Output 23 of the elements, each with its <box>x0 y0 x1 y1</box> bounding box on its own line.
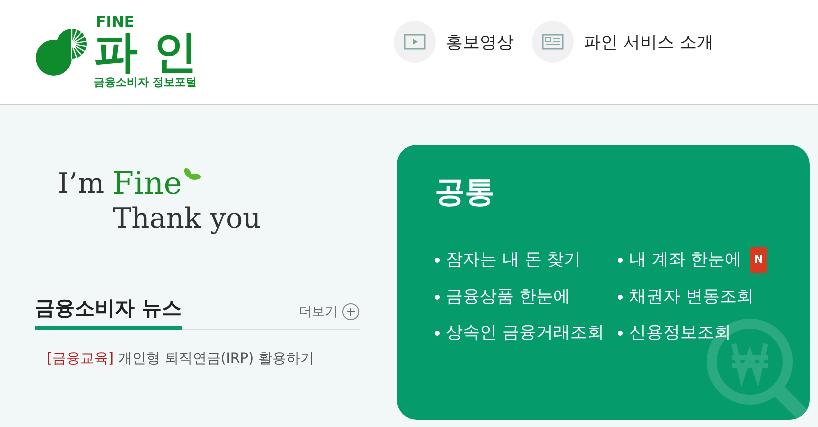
plus-icon <box>342 303 360 321</box>
slogan-highlight: Fine <box>112 167 182 201</box>
service-link[interactable]: 내 계좌 한눈에 N <box>618 247 768 273</box>
news-link[interactable]: [금융교육] 개인형 퇴직연금(IRP) 활용하기 <box>47 350 360 368</box>
more-link[interactable]: 더보기 <box>299 303 360 321</box>
service-link[interactable]: 잠자는 내 돈 찾기 <box>435 247 604 273</box>
card-title: 공통 <box>435 175 496 211</box>
header-link[interactable]: 파인 서비스 소개 <box>532 21 714 63</box>
document-icon <box>542 34 564 50</box>
service-link[interactable]: 상속인 금융거래조회 <box>435 321 604 345</box>
play-icon <box>404 34 426 50</box>
header-link[interactable]: 홍보영상 <box>394 21 514 63</box>
slogan-text: Thank you <box>113 201 262 237</box>
service-link[interactable]: 채권자 변동조회 <box>618 285 768 309</box>
section-title: 금융소비자 뉴스 <box>35 295 182 330</box>
service-link[interactable]: 신용정보조회 <box>618 321 768 345</box>
new-badge: N <box>750 247 768 273</box>
logo-title: 파 인 <box>94 30 198 76</box>
slogan-text: I’m <box>58 167 105 201</box>
leaf-icon <box>182 167 202 183</box>
logo-subtitle: 금융소비자 정보포털 <box>94 76 198 90</box>
service-link[interactable]: 금융상품 한눈에 <box>435 285 604 309</box>
logo-text: FINE <box>96 14 136 30</box>
